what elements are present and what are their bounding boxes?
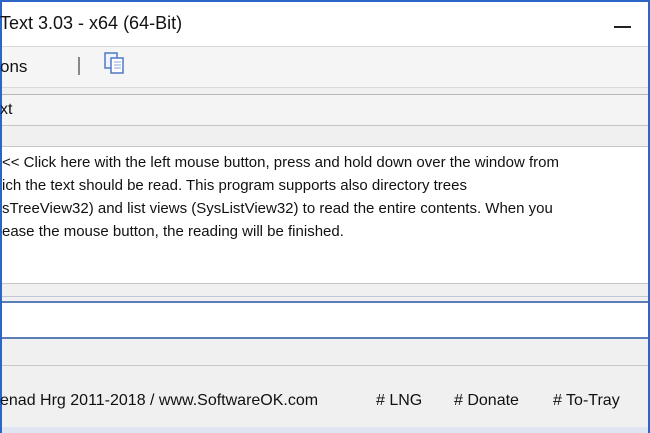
text-section-header: xt — [0, 94, 648, 126]
language-link[interactable]: # LNG — [376, 392, 422, 410]
lower-strip — [2, 341, 648, 366]
donate-link[interactable]: # Donate — [454, 392, 519, 410]
instruction-line-3: sTreeView32) and list views (SysListView… — [2, 200, 553, 217]
instruction-line-2: ich the text should be read. This progra… — [2, 177, 467, 194]
instruction-line-4: ease the mouse button, the reading will … — [2, 223, 344, 240]
instruction-line-1: << Click here with the left mouse button… — [2, 154, 559, 171]
options-menu[interactable]: ons — [0, 57, 27, 77]
copyright-text[interactable]: enad Hrg 2011-2018 / www.SoftwareOK.com — [0, 392, 318, 410]
to-tray-link[interactable]: # To-Tray — [553, 392, 620, 410]
status-bar: enad Hrg 2011-2018 / www.SoftwareOK.com … — [0, 392, 648, 420]
text-section-label: xt — [0, 101, 13, 118]
capture-text-area[interactable]: << Click here with the left mouse button… — [2, 146, 648, 284]
minimize-button[interactable] — [608, 10, 642, 38]
app-window: Text 3.03 - x64 (64-Bit) ons xt << Click… — [0, 0, 650, 433]
bottom-border — [2, 427, 648, 433]
copy-icon[interactable] — [100, 49, 130, 79]
divider-strip — [2, 284, 648, 297]
result-input[interactable] — [2, 301, 648, 339]
window-title: Text 3.03 - x64 (64-Bit) — [0, 13, 183, 33]
title-bar[interactable]: Text 3.03 - x64 (64-Bit) — [0, 2, 648, 47]
toolbar: ons — [0, 47, 648, 88]
toolbar-separator — [78, 57, 80, 75]
